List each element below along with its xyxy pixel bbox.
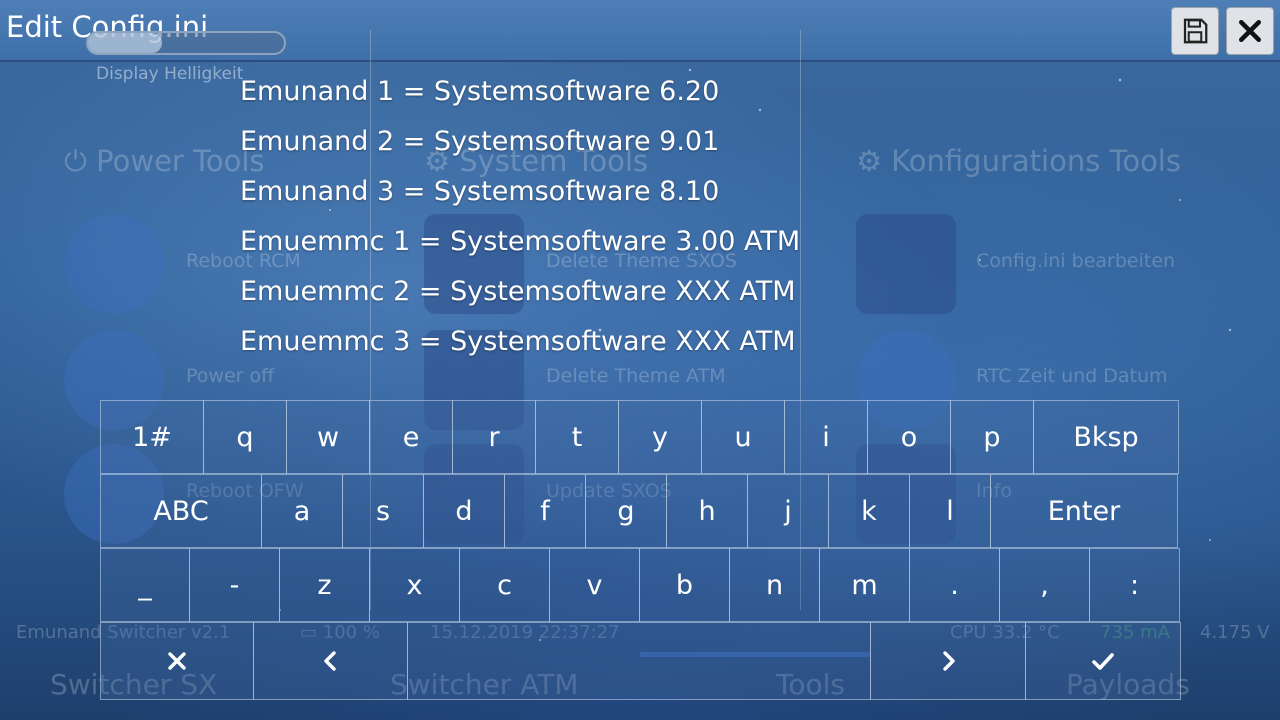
- key-z[interactable]: z: [279, 548, 370, 622]
- key-a[interactable]: a: [261, 474, 343, 548]
- config-line[interactable]: Emuemmc 2 = Systemsoftware XXX ATM: [240, 276, 796, 307]
- key-l[interactable]: l: [909, 474, 991, 548]
- key-backspace[interactable]: Bksp: [1033, 400, 1179, 474]
- key-b[interactable]: b: [639, 548, 730, 622]
- key-q[interactable]: q: [203, 400, 287, 474]
- key-v[interactable]: v: [549, 548, 640, 622]
- item-power-off: Power off: [186, 365, 275, 387]
- key-enter[interactable]: Enter: [990, 474, 1178, 548]
- item-rtc: RTC Zeit und Datum: [976, 365, 1168, 387]
- key-p[interactable]: p: [950, 400, 1034, 474]
- key-k[interactable]: k: [828, 474, 910, 548]
- keyboard-row-1: 1# q w e r t y u i o p Bksp: [100, 400, 1179, 474]
- item-delete-theme-atm: Delete Theme ATM: [546, 365, 726, 387]
- floppy-disk-icon: [1183, 18, 1208, 44]
- key-t[interactable]: t: [535, 400, 619, 474]
- close-icon: [1239, 20, 1261, 42]
- brightness-slider-fill: [88, 33, 163, 53]
- key-x[interactable]: x: [369, 548, 460, 622]
- arrow-right-icon: [943, 651, 955, 671]
- key-h[interactable]: h: [666, 474, 748, 548]
- section-power-tools: ⏻ Power Tools: [64, 144, 265, 178]
- key-f[interactable]: f: [504, 474, 586, 548]
- key-d[interactable]: d: [423, 474, 505, 548]
- power-icon: ⏻: [64, 144, 87, 178]
- save-button[interactable]: [1171, 7, 1219, 55]
- status-voltage: 4.175 V: [1200, 622, 1270, 643]
- brightness-slider[interactable]: [86, 31, 286, 55]
- title-bar: Edit Config.ini: [0, 0, 1280, 62]
- brightness-label: Display Helligkeit: [96, 64, 244, 84]
- config-line[interactable]: Emuemmc 3 = Systemsoftware XXX ATM: [240, 326, 796, 357]
- key-hyphen[interactable]: -: [189, 548, 280, 622]
- key-underscore[interactable]: _: [100, 548, 190, 622]
- key-u[interactable]: u: [701, 400, 785, 474]
- key-i[interactable]: i: [784, 400, 868, 474]
- config-edit-icon: [856, 214, 956, 314]
- key-n[interactable]: n: [729, 548, 820, 622]
- key-o[interactable]: o: [867, 400, 951, 474]
- cursor-left-key[interactable]: [253, 622, 408, 700]
- key-s[interactable]: s: [342, 474, 424, 548]
- key-j[interactable]: j: [747, 474, 829, 548]
- key-r[interactable]: r: [452, 400, 536, 474]
- config-line[interactable]: Emunand 3 = Systemsoftware 8.10: [240, 176, 719, 207]
- key-comma[interactable]: ,: [999, 548, 1090, 622]
- config-line[interactable]: Emunand 1 = Systemsoftware 6.20: [240, 76, 719, 107]
- confirm-check-icon: [1092, 653, 1114, 670]
- config-line[interactable]: Emuemmc 1 = Systemsoftware 3.00 ATM: [240, 226, 800, 257]
- close-button[interactable]: [1226, 7, 1274, 55]
- key-abc[interactable]: ABC: [100, 474, 262, 548]
- gear-icon: ⚙: [856, 144, 882, 178]
- arrow-left-icon: [323, 651, 336, 671]
- item-config-ini: Config.ini bearbeiten: [976, 250, 1176, 272]
- cancel-icon: [168, 652, 186, 670]
- key-w[interactable]: w: [286, 400, 370, 474]
- key-colon[interactable]: :: [1089, 548, 1180, 622]
- confirm-key[interactable]: [1025, 622, 1181, 700]
- config-line[interactable]: Emunand 2 = Systemsoftware 9.01: [240, 126, 719, 157]
- key-c[interactable]: c: [459, 548, 550, 622]
- cursor-right-key[interactable]: [870, 622, 1026, 700]
- keyboard-row-4: [100, 622, 1181, 700]
- key-g[interactable]: g: [585, 474, 667, 548]
- key-e[interactable]: e: [369, 400, 453, 474]
- key-symbols[interactable]: 1#: [100, 400, 204, 474]
- space-key[interactable]: [407, 622, 871, 700]
- cancel-key[interactable]: [100, 622, 254, 700]
- key-y[interactable]: y: [618, 400, 702, 474]
- key-m[interactable]: m: [819, 548, 910, 622]
- key-period[interactable]: .: [909, 548, 1000, 622]
- section-konfigurations-tools: ⚙ Konfigurations Tools: [856, 144, 1181, 178]
- keyboard-row-3: _ - z x c v b n m . , :: [100, 548, 1180, 622]
- keyboard-row-2: ABC a s d f g h j k l Enter: [100, 474, 1178, 548]
- reboot-rcm-icon: [64, 214, 164, 314]
